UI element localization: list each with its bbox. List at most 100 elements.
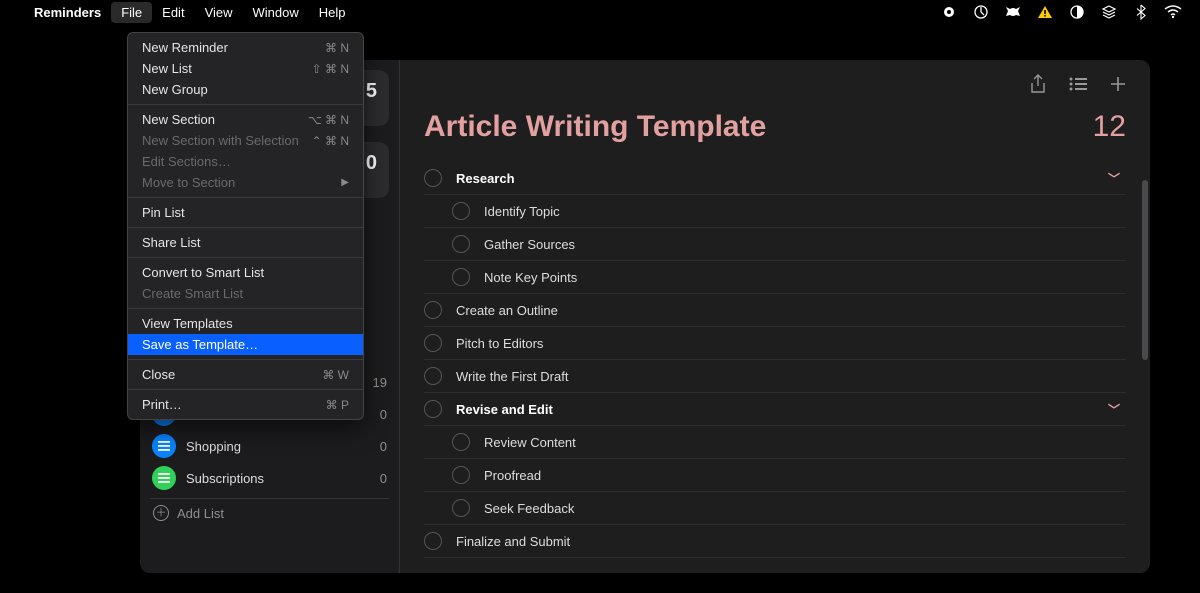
scrollbar[interactable]: [1142, 180, 1148, 563]
menu-item: Edit Sections…: [128, 151, 363, 172]
menu-item[interactable]: Pin List: [128, 202, 363, 223]
task-checkbox[interactable]: [424, 301, 442, 319]
menu-item-label: Edit Sections…: [142, 154, 231, 169]
task-title: Write the First Draft: [456, 369, 1126, 384]
file-menu-dropdown: New Reminder⌘ NNew List⇧ ⌘ N New Group New…: [127, 32, 364, 420]
status-layers-icon[interactable]: [1100, 3, 1118, 21]
menu-separator: [128, 227, 363, 228]
task-row[interactable]: Review Content: [424, 426, 1126, 459]
task-row[interactable]: Create an Outline: [424, 294, 1126, 327]
menu-item[interactable]: Convert to Smart List: [128, 262, 363, 283]
task-checkbox[interactable]: [424, 367, 442, 385]
list-title: Article Writing Template: [424, 110, 766, 144]
status-warning-icon[interactable]: [1036, 3, 1054, 21]
status-wifi-icon[interactable]: [1164, 3, 1182, 21]
task-title: Gather Sources: [484, 237, 1126, 252]
main-title-row: Article Writing Template 12: [400, 100, 1150, 162]
main-panel: Article Writing Template 12 Research﹀Ide…: [400, 60, 1150, 573]
sidebar-list-item[interactable]: Subscriptions0: [150, 462, 389, 494]
menu-shortcut: ⌃ ⌘ N: [312, 134, 349, 148]
task-list: Research﹀Identify TopicGather SourcesNot…: [400, 162, 1150, 562]
menu-shortcut: ⌘ W: [322, 368, 349, 382]
view-options-icon[interactable]: [1068, 74, 1088, 94]
app-menu[interactable]: Reminders: [24, 2, 111, 23]
list-badge-count: 0: [380, 439, 387, 454]
menu-item[interactable]: Close ⌘ W: [128, 364, 363, 385]
menu-window[interactable]: Window: [243, 2, 309, 23]
menubar: Reminders FileEditViewWindowHelp: [0, 0, 1200, 24]
list-name: Subscriptions: [186, 471, 264, 486]
list-name: Shopping: [186, 439, 241, 454]
menu-separator: [128, 389, 363, 390]
menu-shortcut: ⇧ ⌘ N: [312, 62, 349, 76]
menu-item[interactable]: New Group: [128, 79, 363, 100]
menu-shortcut: ⌥ ⌘ N: [308, 113, 349, 127]
plus-icon: ＋: [153, 505, 169, 521]
task-checkbox[interactable]: [452, 235, 470, 253]
list-badge-count: 19: [373, 375, 387, 390]
task-title: Finalize and Submit: [456, 534, 1126, 549]
menu-item: Create Smart List: [128, 283, 363, 304]
task-row[interactable]: Note Key Points: [424, 261, 1126, 294]
chevron-down-icon[interactable]: ﹀: [1108, 170, 1126, 187]
menu-item[interactable]: Share List: [128, 232, 363, 253]
add-list-button[interactable]: ＋ Add List: [150, 498, 389, 527]
task-checkbox[interactable]: [424, 532, 442, 550]
status-cat-icon[interactable]: [1004, 3, 1022, 21]
task-title: Review Content: [484, 435, 1126, 450]
list-count: 12: [1093, 110, 1126, 144]
menu-item[interactable]: Print…⌘ P: [128, 394, 363, 415]
list-badge-count: 0: [380, 407, 387, 422]
task-row[interactable]: Gather Sources: [424, 228, 1126, 261]
task-row[interactable]: Pitch to Editors: [424, 327, 1126, 360]
menu-file[interactable]: File: [111, 2, 152, 23]
menu-item-label: Share List: [142, 235, 201, 250]
sidebar-list-item[interactable]: Shopping 0: [150, 430, 389, 462]
status-compass-icon[interactable]: [972, 3, 990, 21]
add-task-icon[interactable]: [1108, 74, 1128, 94]
menu-item[interactable]: New List⇧ ⌘ N: [128, 58, 363, 79]
menu-item: New Section with Selection⌃ ⌘ N: [128, 130, 363, 151]
menu-separator: [128, 308, 363, 309]
status-contrast-icon[interactable]: [1068, 3, 1086, 21]
task-section-row[interactable]: Research﹀: [424, 162, 1126, 195]
task-checkbox[interactable]: [424, 169, 442, 187]
menubar-status: [940, 3, 1190, 21]
menu-edit[interactable]: Edit: [152, 2, 194, 23]
menu-item[interactable]: View Templates: [128, 313, 363, 334]
list-icon: [152, 434, 176, 458]
task-checkbox[interactable]: [452, 499, 470, 517]
task-title: Research: [456, 171, 1108, 186]
task-title: Note Key Points: [484, 270, 1126, 285]
task-row[interactable]: Seek Feedback: [424, 492, 1126, 525]
menu-separator: [128, 197, 363, 198]
menu-item[interactable]: New Reminder⌘ N: [128, 37, 363, 58]
task-checkbox[interactable]: [424, 400, 442, 418]
share-icon[interactable]: [1028, 74, 1048, 94]
task-row[interactable]: Identify Topic: [424, 195, 1126, 228]
task-row[interactable]: Proofread: [424, 459, 1126, 492]
menu-item-label: Create Smart List: [142, 286, 243, 301]
menu-help[interactable]: Help: [309, 2, 356, 23]
task-title: Revise and Edit: [456, 402, 1108, 417]
menu-item[interactable]: Save as Template…: [128, 334, 363, 355]
task-checkbox[interactable]: [452, 433, 470, 451]
task-checkbox[interactable]: [424, 334, 442, 352]
status-bluetooth-icon[interactable]: [1132, 3, 1150, 21]
menu-item-label: Close: [142, 367, 175, 382]
menu-item-label: Print…: [142, 397, 182, 412]
menu-view[interactable]: View: [195, 2, 243, 23]
menu-item-label: Save as Template…: [142, 337, 258, 352]
menu-item-label: New Group: [142, 82, 208, 97]
chevron-down-icon[interactable]: ﹀: [1108, 401, 1126, 418]
menu-item[interactable]: New Section⌥ ⌘ N: [128, 109, 363, 130]
task-title: Create an Outline: [456, 303, 1126, 318]
add-list-label: Add List: [177, 506, 224, 521]
task-checkbox[interactable]: [452, 466, 470, 484]
status-record-icon[interactable]: [940, 3, 958, 21]
task-checkbox[interactable]: [452, 202, 470, 220]
task-row[interactable]: Finalize and Submit: [424, 525, 1126, 558]
task-row[interactable]: Write the First Draft: [424, 360, 1126, 393]
task-checkbox[interactable]: [452, 268, 470, 286]
task-section-row[interactable]: Revise and Edit﹀: [424, 393, 1126, 426]
